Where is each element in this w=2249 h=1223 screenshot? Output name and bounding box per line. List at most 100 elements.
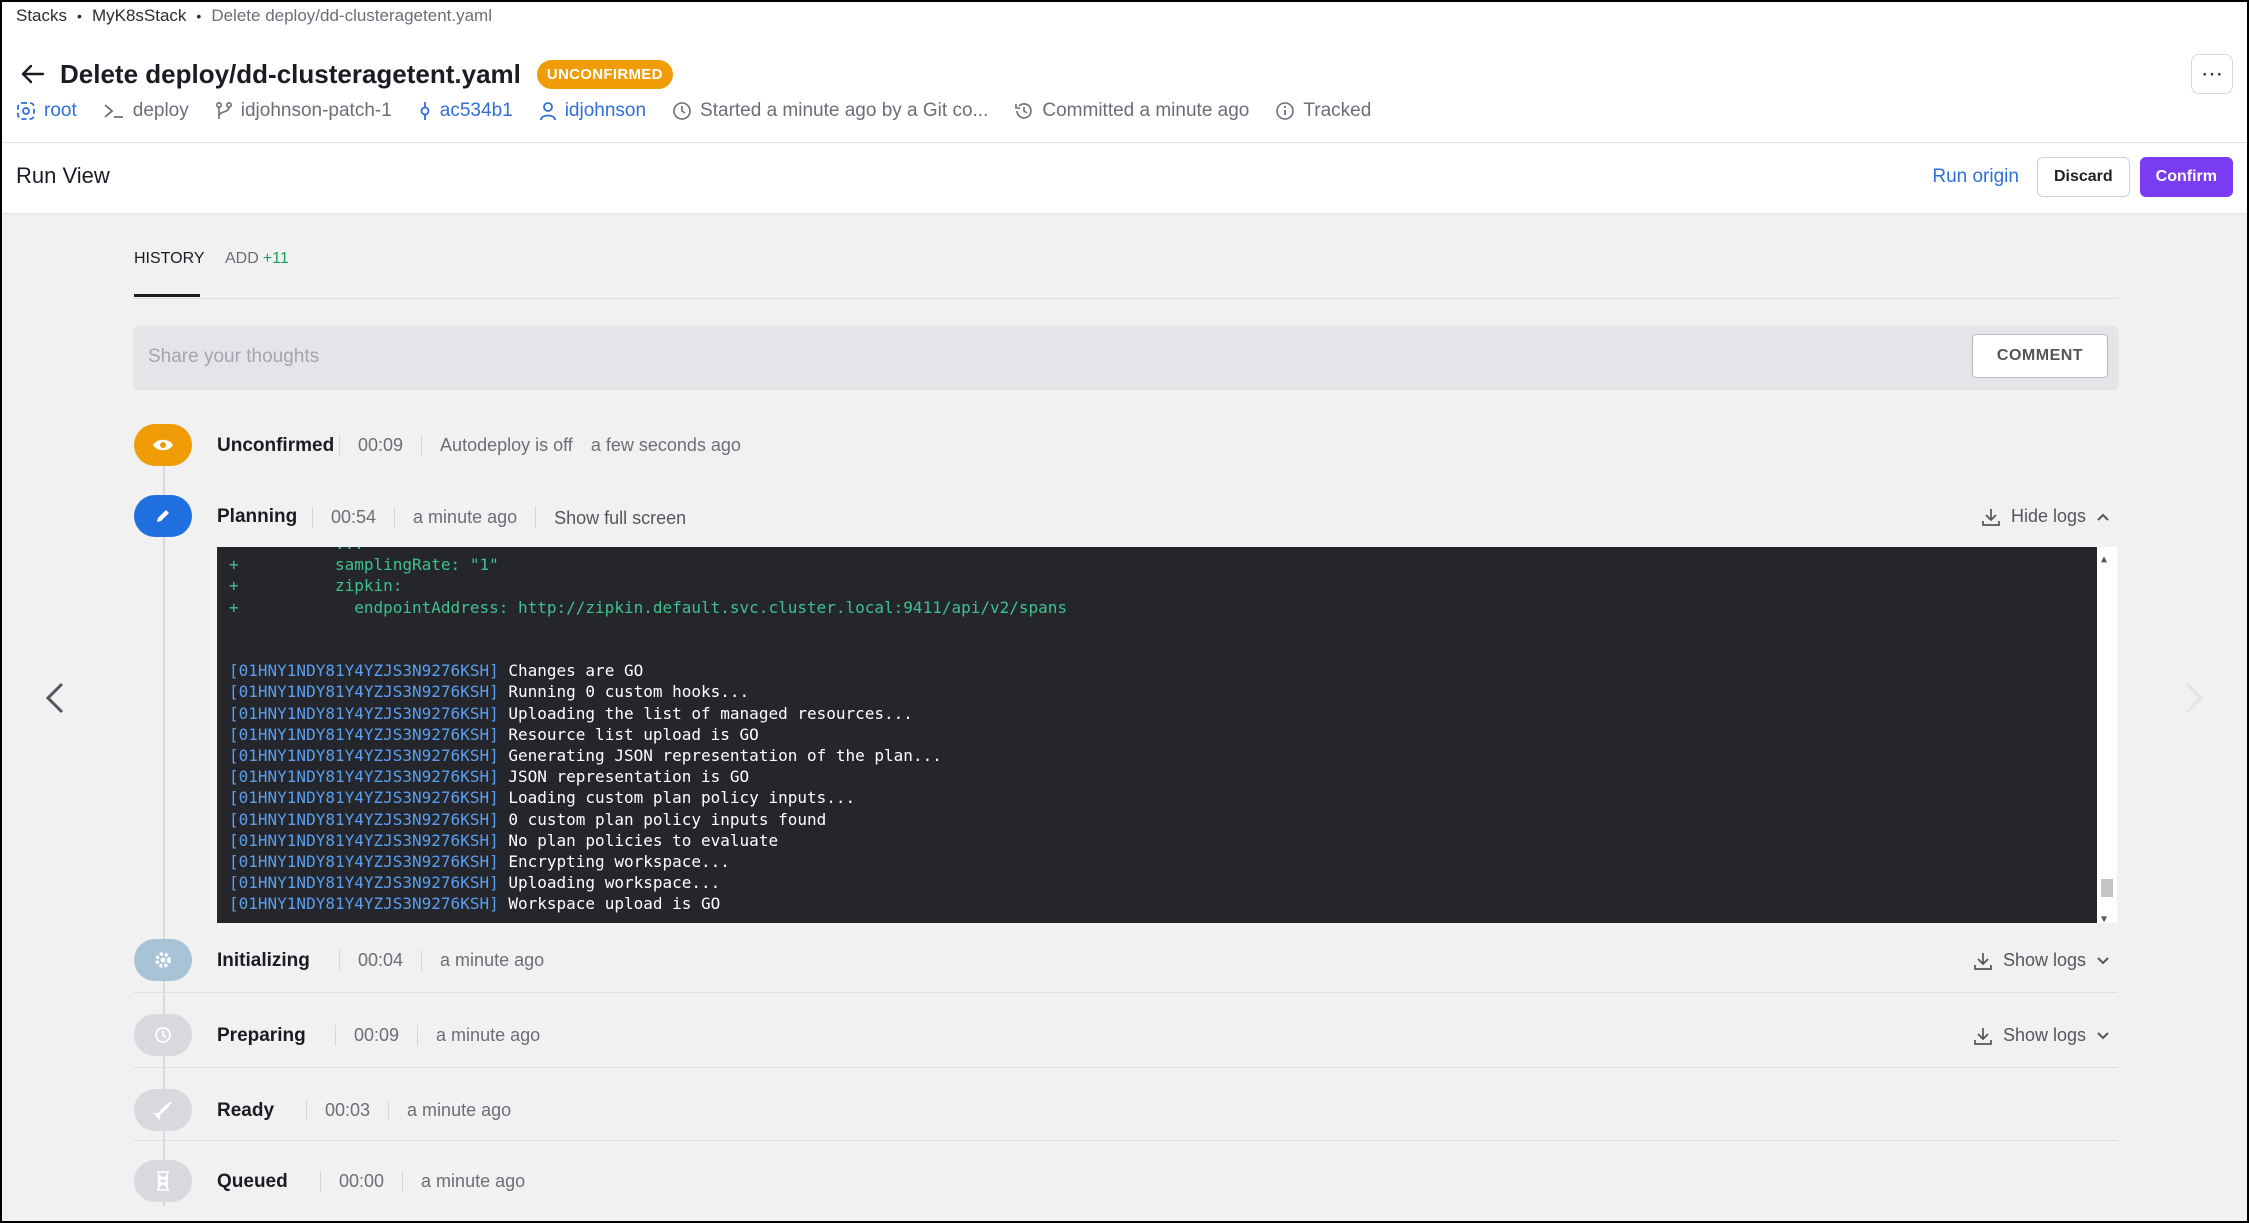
run-origin-button[interactable]: Run origin (1924, 166, 2027, 188)
log-message: Changes are GO (508, 661, 644, 681)
scroll-up-icon[interactable]: ▲ (2101, 549, 2107, 570)
user-icon (539, 102, 556, 121)
pencil-icon (134, 495, 192, 537)
history-row-preparing: Preparing 00:09 a minute ago Show logs (134, 1014, 2118, 1068)
tabs: HISTORY ADD +11 (134, 214, 2118, 299)
breadcrumb-current: Delete deploy/dd-clusteragetent.yaml (211, 6, 492, 25)
clock-icon (134, 1014, 192, 1056)
history-row-unconfirmed: Unconfirmed 00:09 Autodeploy is off a fe… (134, 424, 2118, 468)
duration: 00:04 (339, 950, 421, 971)
run-id: [01HNY1NDY81Y4YZJS3N9276KSH] (229, 746, 499, 766)
comment-box: Share your thoughts COMMENT (134, 326, 2118, 388)
run-id: [01HNY1NDY81Y4YZJS3N9276KSH] (229, 809, 499, 829)
run-id: [01HNY1NDY81Y4YZJS3N9276KSH] (229, 661, 499, 681)
scrollbar-thumb[interactable] (2101, 879, 2113, 897)
state-label: Preparing (217, 1025, 306, 1046)
user-link[interactable]: idjohnson (539, 100, 646, 122)
breadcrumb-stack[interactable]: MyK8sStack (92, 6, 186, 26)
run-id: [01HNY1NDY81Y4YZJS3N9276KSH] (229, 682, 499, 702)
show-logs-toggle[interactable]: Show logs (1973, 1025, 2110, 1046)
hide-logs-toggle[interactable]: Hide logs (1981, 506, 2110, 527)
log-message: No plan policies to evaluate (508, 830, 779, 850)
run-id: [01HNY1NDY81Y4YZJS3N9276KSH] (229, 703, 499, 723)
run-id: [01HNY1NDY81Y4YZJS3N9276KSH] (229, 894, 499, 914)
commit-link[interactable]: ac534b1 (418, 100, 513, 122)
log-message: Uploading the list of managed resources.… (508, 703, 913, 723)
commit-icon (420, 102, 430, 120)
chevron-up-icon (2097, 513, 2109, 521)
log-scrollbar[interactable]: ▲ ▼ (2097, 547, 2117, 923)
state-label: Unconfirmed (217, 435, 335, 456)
log-line: [01HNY1NDY81Y4YZJS3N9276KSH] Changes are… (217, 660, 2117, 681)
download-icon (1982, 508, 2000, 526)
chevron-down-icon (2097, 1031, 2109, 1039)
history-icon (1015, 103, 1033, 119)
state-label: Queued (217, 1171, 288, 1192)
log-diff-line: + zipkin: (229, 576, 403, 596)
clock-icon (673, 102, 691, 120)
timestamp: a minute ago (421, 950, 562, 971)
eye-icon (134, 424, 192, 466)
log-diff-line: + endpointAddress: http://zipkin.default… (229, 597, 1068, 617)
history-row-queued: Queued 00:00 a minute ago (134, 1160, 2118, 1204)
log-output[interactable]: ... + samplingRate: "1" + zipkin: + endp… (217, 547, 2117, 923)
info-icon (1276, 102, 1295, 120)
active-tab-indicator (134, 294, 200, 297)
log-line: [01HNY1NDY81Y4YZJS3N9276KSH] JSON repres… (217, 766, 2117, 787)
tab-history[interactable]: HISTORY (134, 250, 205, 268)
show-full-screen-link[interactable]: Show full screen (535, 506, 704, 529)
duration: 00:09 (335, 1025, 417, 1046)
comment-input[interactable]: Share your thoughts (148, 346, 319, 368)
previous-run-icon[interactable] (44, 680, 66, 726)
log-message: Encrypting workspace... (508, 852, 730, 872)
log-message: Generating JSON representation of the pl… (508, 746, 942, 766)
log-line: [01HNY1NDY81Y4YZJS3N9276KSH] Uploading t… (217, 703, 2117, 724)
branch-icon (215, 101, 232, 119)
hourglass-icon (134, 1160, 192, 1202)
scroll-down-icon[interactable]: ▼ (2101, 909, 2107, 923)
log-messages: [01HNY1NDY81Y4YZJS3N9276KSH] Changes are… (217, 660, 2117, 914)
log-message: Uploading workspace... (508, 873, 721, 893)
log-message: 0 custom plan policy inputs found (508, 809, 827, 829)
duration: 00:03 (306, 1100, 388, 1121)
run-id: [01HNY1NDY81Y4YZJS3N9276KSH] (229, 724, 499, 744)
breadcrumb-stacks[interactable]: Stacks (16, 6, 67, 26)
state-label: Initializing (217, 950, 310, 971)
log-line: [01HNY1NDY81Y4YZJS3N9276KSH] 0 custom pl… (217, 809, 2117, 830)
back-arrow-icon[interactable] (16, 57, 50, 91)
log-line: [01HNY1NDY81Y4YZJS3N9276KSH] Uploading w… (217, 872, 2117, 893)
log-line: [01HNY1NDY81Y4YZJS3N9276KSH] No plan pol… (217, 830, 2117, 851)
timestamp: a minute ago (402, 1171, 543, 1192)
timestamp: a minute ago (394, 507, 535, 528)
run-id: [01HNY1NDY81Y4YZJS3N9276KSH] (229, 830, 499, 850)
run-id: [01HNY1NDY81Y4YZJS3N9276KSH] (229, 767, 499, 787)
discard-button[interactable]: Discard (2036, 157, 2130, 197)
more-options-button[interactable]: ⋯ (2191, 54, 2233, 94)
log-line: [01HNY1NDY81Y4YZJS3N9276KSH] Running 0 c… (217, 681, 2117, 702)
confirm-button[interactable]: Confirm (2139, 157, 2233, 197)
timestamp: a minute ago (417, 1025, 558, 1046)
show-logs-toggle[interactable]: Show logs (1973, 950, 2110, 971)
duration: 00:00 (320, 1171, 402, 1192)
log-line: [01HNY1NDY81Y4YZJS3N9276KSH] Resource li… (217, 724, 2117, 745)
log-message: Running 0 custom hooks... (508, 682, 750, 702)
comment-button[interactable]: COMMENT (1972, 334, 2108, 378)
log-line: [01HNY1NDY81Y4YZJS3N9276KSH] Loading cus… (217, 787, 2117, 808)
autodeploy-note: Autodeploy is off (421, 435, 591, 456)
history-row-ready: Ready 00:03 a minute ago (134, 1089, 2118, 1141)
timestamp: a minute ago (388, 1100, 529, 1121)
page-title: Delete deploy/dd-clusteragetent.yaml (60, 58, 521, 89)
log-message: Resource list upload is GO (508, 724, 759, 744)
rocket-icon (134, 1089, 192, 1131)
breadcrumb-separator: • (196, 8, 202, 24)
next-run-icon[interactable] (2183, 680, 2205, 726)
log-line: [01HNY1NDY81Y4YZJS3N9276KSH] Workspace u… (217, 893, 2117, 914)
space-icon (17, 102, 35, 120)
space-link[interactable]: root (16, 100, 77, 122)
branch-name: idjohnson-patch-1 (215, 100, 392, 122)
tab-add[interactable]: ADD +11 (225, 250, 289, 268)
run-view-title: Run View (16, 163, 110, 188)
duration: 00:54 (312, 507, 394, 528)
run-metadata: root deploy idjohnson-patch-1 ac534b1 id… (16, 100, 1371, 122)
page-header: Stacks • MyK8sStack • Delete deploy/dd-c… (2, 2, 2247, 143)
